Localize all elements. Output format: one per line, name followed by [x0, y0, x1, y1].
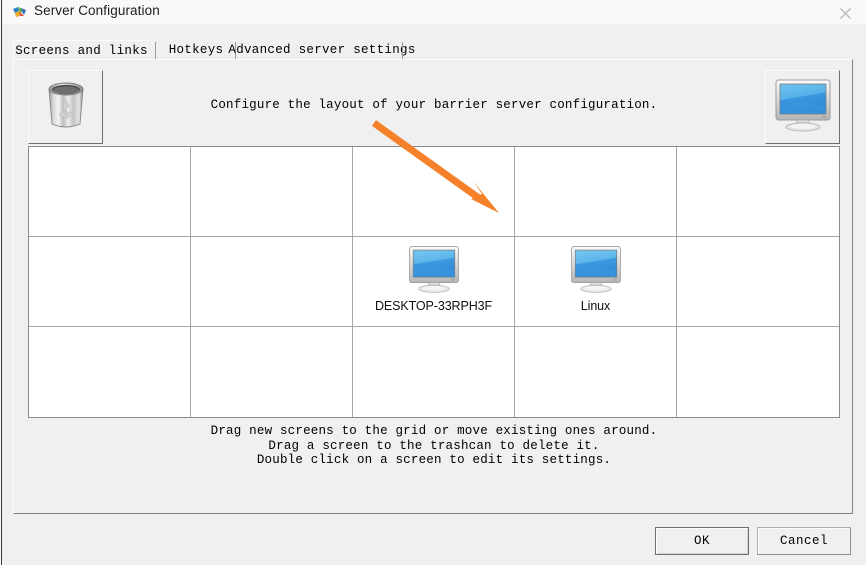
grid-cell[interactable]	[191, 147, 353, 237]
tab-separator-1	[155, 42, 156, 59]
dialog-button-bar: OK Cancel	[0, 522, 866, 565]
cancel-button[interactable]: Cancel	[757, 527, 851, 555]
tab-label: Hotkeys	[168, 43, 224, 57]
grid-cell[interactable]	[353, 327, 515, 417]
grid-cell[interactable]	[29, 237, 191, 327]
barrier-app-icon	[12, 5, 28, 21]
usage-hints: Drag new screens to the grid or move exi…	[14, 424, 854, 468]
screens-and-links-panel: Configure the layout of your barrier ser…	[13, 59, 853, 514]
screen-label: DESKTOP-33RPH3F	[374, 299, 493, 313]
monitor-icon	[568, 243, 624, 295]
title-bar: Server Configuration	[3, 0, 866, 24]
monitor-icon	[772, 77, 834, 138]
tab-label: Screens and links	[15, 43, 148, 58]
grid-cell[interactable]	[677, 237, 839, 327]
tab-advanced-server-settings[interactable]: Advanced server settings	[228, 40, 415, 60]
hint-line: Double click on a screen to edit its set…	[256, 453, 612, 467]
tab-separator-3	[402, 42, 403, 59]
hint-line: Drag new screens to the grid or move exi…	[210, 424, 658, 438]
grid-cell-screen-desktop[interactable]: DESKTOP-33RPH3F	[353, 237, 515, 327]
screen-layout-grid[interactable]: DESKTOP-33RPH3F Linux	[28, 146, 840, 418]
ok-button-label: OK	[693, 534, 710, 548]
grid-cell[interactable]	[677, 147, 839, 237]
tab-label: Advanced server settings	[228, 43, 416, 57]
window-left-edge	[0, 0, 3, 565]
close-icon[interactable]	[830, 3, 860, 23]
server-configuration-dialog: Server Configuration Screens and links H…	[0, 0, 866, 565]
grid-cell-screen-linux[interactable]: Linux	[515, 237, 677, 327]
grid-cell[interactable]	[515, 147, 677, 237]
ok-button[interactable]: OK	[655, 527, 749, 555]
grid-cell[interactable]	[29, 147, 191, 237]
tab-strip: Screens and links Hotkeys Advanced serve…	[13, 40, 853, 60]
grid-cell[interactable]	[191, 237, 353, 327]
screen-label: Linux	[580, 299, 611, 313]
window-title: Server Configuration	[34, 3, 160, 18]
grid-cell[interactable]	[515, 327, 677, 417]
new-screen-drag-source[interactable]	[765, 70, 840, 144]
grid-cell[interactable]	[353, 147, 515, 237]
grid-cell[interactable]	[677, 327, 839, 417]
tab-hotkeys[interactable]: Hotkeys	[161, 40, 231, 60]
cancel-button-label: Cancel	[779, 534, 828, 548]
grid-cell[interactable]	[191, 327, 353, 417]
monitor-icon	[406, 243, 462, 295]
tab-screens-and-links[interactable]: Screens and links	[13, 40, 149, 60]
hint-line: Drag a screen to the trashcan to delete …	[268, 438, 600, 453]
grid-cell[interactable]	[29, 327, 191, 417]
page-caption: Configure the layout of your barrier ser…	[210, 98, 658, 112]
